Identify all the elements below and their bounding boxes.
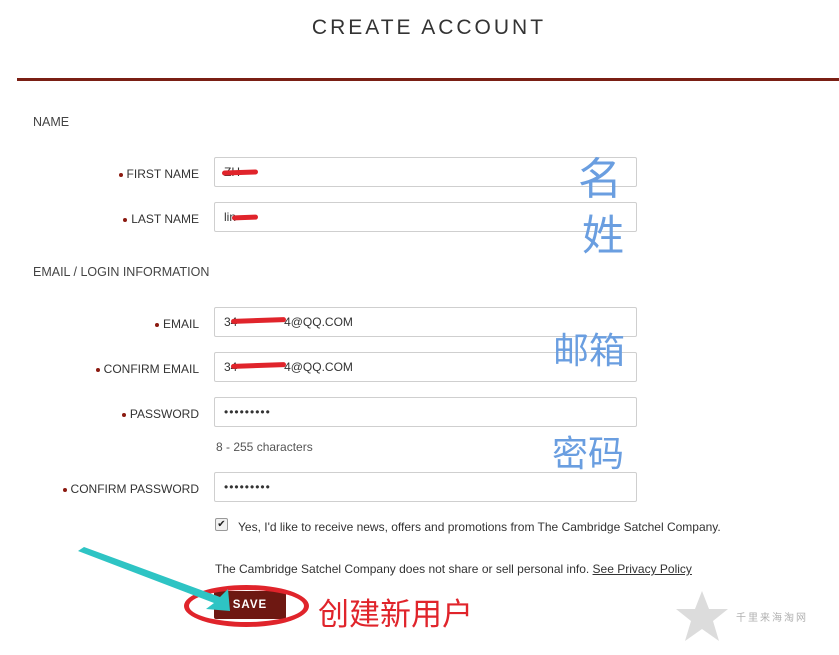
confirm-password-label: CONFIRM PASSWORD — [62, 482, 199, 496]
privacy-notice: The Cambridge Satchel Company does not s… — [215, 562, 692, 576]
required-dot-icon — [123, 217, 128, 222]
star-shape — [676, 591, 728, 641]
first-name-label: FIRST NAME — [118, 167, 199, 181]
last-name-label: LAST NAME — [123, 212, 199, 226]
newsletter-checkbox[interactable]: ✔ — [215, 518, 228, 531]
page-title: CREATE ACCOUNT — [311, 16, 547, 39]
annotation-create-user: 创建新用户 — [318, 597, 473, 633]
password-label: PASSWORD — [121, 407, 199, 421]
last-name-label-text: LAST NAME — [131, 212, 199, 226]
required-dot-icon — [62, 487, 67, 492]
password-input[interactable]: ••••••••• — [214, 397, 637, 427]
newsletter-label: Yes, I'd like to receive news, offers an… — [238, 520, 721, 534]
required-dot-icon — [121, 412, 126, 417]
privacy-text: The Cambridge Satchel Company does not s… — [215, 562, 590, 576]
annotation-last-name: 姓 — [582, 211, 625, 260]
email-label: EMAIL — [154, 317, 199, 331]
annotation-first-name: 名 — [578, 154, 622, 205]
confirm-email-label: CONFIRM EMAIL — [95, 362, 199, 376]
redaction-mark — [231, 214, 259, 221]
required-dot-icon — [154, 322, 159, 327]
privacy-policy-link[interactable]: See Privacy Policy — [593, 562, 692, 576]
arrow-shape — [78, 547, 230, 611]
section-label-name: NAME — [33, 115, 70, 129]
required-dot-icon — [95, 367, 100, 372]
title-divider — [17, 78, 839, 81]
annotation-email: 邮箱 — [553, 331, 626, 372]
annotation-password: 密码 — [552, 434, 625, 475]
confirm-password-label-text: CONFIRM PASSWORD — [70, 482, 199, 496]
password-helper: 8 - 255 characters — [216, 440, 313, 454]
arrow-annotation — [78, 547, 230, 611]
last-name-input[interactable]: lin — [214, 202, 637, 232]
first-name-label-text: FIRST NAME — [126, 167, 199, 181]
required-dot-icon — [118, 172, 123, 177]
email-label-text: EMAIL — [162, 317, 199, 331]
watermark-text: 千里来海淘网 — [736, 613, 808, 624]
password-label-text: PASSWORD — [129, 407, 199, 421]
section-label-email-login: EMAIL / LOGIN INFORMATION — [33, 265, 210, 279]
first-name-input[interactable]: ZH — [214, 157, 637, 187]
confirm-email-label-text: CONFIRM EMAIL — [103, 362, 199, 376]
checkbox-check-icon: ✔ — [217, 519, 226, 530]
star-watermark-icon — [676, 591, 728, 641]
